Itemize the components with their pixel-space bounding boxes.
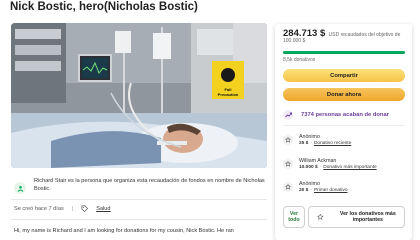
donations-count: 8,5k donativos bbox=[283, 57, 316, 63]
donation-note[interactable]: Primer donativo bbox=[314, 188, 348, 193]
top-donations-label: Ver los donativos más importantes bbox=[339, 210, 396, 224]
donate-button[interactable]: Donar ahora bbox=[283, 88, 405, 101]
organizer-icon bbox=[14, 182, 26, 194]
donor-avatar-icon bbox=[283, 135, 293, 145]
donation-note[interactable]: Donativo reciente bbox=[314, 141, 351, 146]
campaign-meta: Se creó hace 7 días | Salud bbox=[14, 205, 111, 212]
divider bbox=[11, 199, 267, 200]
category-link[interactable]: Salud bbox=[96, 206, 110, 212]
progress-bar bbox=[283, 51, 405, 54]
donor-name: Anónimo bbox=[299, 181, 320, 187]
donation-item: William Ackman 10.000 $ · Donativo más imp… bbox=[283, 158, 377, 171]
donation-item: Anónimo 25 $ · Donativo reciente bbox=[283, 134, 351, 147]
campaign-title: Nick Bostic, hero(Nicholas Bostic) bbox=[10, 1, 198, 13]
donation-amount: 20 $ bbox=[299, 188, 309, 193]
donor-avatar-icon bbox=[283, 159, 293, 169]
divider bbox=[11, 219, 267, 220]
campaign-story: Hi, my name is Richard and I am looking … bbox=[14, 228, 234, 234]
meta-separator: | bbox=[71, 205, 74, 212]
donation-note[interactable]: Donativo más importante bbox=[323, 165, 376, 170]
donor-avatar-icon bbox=[283, 182, 293, 192]
donation-panel: 284.713 $ USD recaudados del objetivo de… bbox=[275, 24, 412, 240]
campaign-photo: Fall Precaution bbox=[11, 23, 267, 168]
share-button[interactable]: Compartir bbox=[283, 69, 405, 82]
divider bbox=[283, 125, 405, 126]
organizer-text: Richard Stair es la persona que organiza… bbox=[34, 178, 265, 192]
top-donations-button[interactable]: Ver los donativos más importantes bbox=[308, 206, 405, 228]
star-icon bbox=[317, 213, 324, 221]
svg-text:Precaution: Precaution bbox=[218, 92, 239, 97]
donation-item: Anónimo 20 $ · Primer donativo bbox=[283, 181, 348, 194]
trending-text: 7374 personas acaban de donar bbox=[301, 112, 389, 118]
donor-name: Anónimo bbox=[299, 134, 320, 140]
trending-icon bbox=[283, 110, 293, 120]
tag-icon bbox=[81, 205, 89, 212]
see-all-button[interactable]: Ver todo bbox=[283, 206, 305, 228]
progress-fill bbox=[283, 51, 405, 54]
donation-amount: 10.000 $ bbox=[299, 165, 318, 170]
donation-amount: 25 $ bbox=[299, 141, 309, 146]
organizer-info: Richard Stair es la persona que organiza… bbox=[14, 178, 272, 194]
amount-raised: 284.713 $ USD recaudados del objetivo de… bbox=[283, 29, 407, 44]
trending-notice: 7374 personas acaban de donar bbox=[283, 110, 389, 120]
donor-name: William Ackman bbox=[299, 158, 337, 164]
created-date: Se creó hace 7 días bbox=[14, 205, 64, 212]
